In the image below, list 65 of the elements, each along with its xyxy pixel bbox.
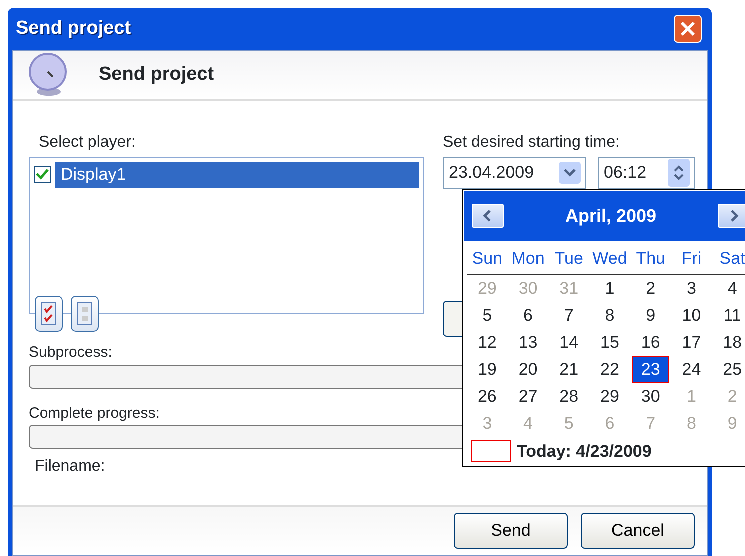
weekday-label: Sun bbox=[467, 242, 508, 274]
weekday-label: Thu bbox=[630, 242, 672, 274]
calendar-day[interactable]: 15 bbox=[592, 328, 628, 356]
calendar-day[interactable]: 14 bbox=[550, 328, 588, 356]
calendar-day[interactable]: 12 bbox=[469, 328, 506, 356]
progress-label: Complete progress: bbox=[29, 404, 160, 424]
weekday-label: Fri bbox=[671, 242, 712, 274]
next-month-button[interactable] bbox=[718, 204, 745, 228]
chevron-right-icon bbox=[728, 210, 739, 222]
calendar-day[interactable]: 20 bbox=[510, 356, 547, 382]
today-link[interactable]: Today: 4/23/2009 bbox=[517, 438, 652, 464]
calendar-day[interactable]: 18 bbox=[714, 328, 745, 356]
checklist-icon bbox=[41, 302, 57, 326]
calendar-day[interactable]: 13 bbox=[510, 328, 547, 356]
calendar-day[interactable]: 5 bbox=[469, 302, 506, 328]
calendar-day[interactable]: 28 bbox=[550, 382, 588, 410]
today-marker bbox=[471, 440, 511, 462]
date-picker[interactable]: 23.04.2009 bbox=[443, 157, 586, 189]
check-all-button[interactable] bbox=[35, 296, 63, 332]
calendar-day[interactable]: 9 bbox=[632, 302, 670, 328]
dialog-button[interactable]: Send bbox=[454, 513, 568, 549]
calendar-day[interactable]: 11 bbox=[714, 302, 745, 328]
calendar-day[interactable]: 22 bbox=[592, 356, 628, 382]
empty-checklist-icon bbox=[77, 302, 93, 326]
filename-label: Filename: bbox=[35, 457, 106, 477]
weekday-label: Mon bbox=[508, 242, 549, 274]
calendar-day[interactable]: 10 bbox=[673, 302, 710, 328]
player-item[interactable]: Display1 bbox=[55, 162, 419, 188]
dialog-button[interactable]: Cancel bbox=[581, 513, 695, 549]
weekday-label: Wed bbox=[590, 242, 630, 274]
header-title: Send project bbox=[99, 62, 214, 87]
calendar-day[interactable]: 7 bbox=[550, 302, 588, 328]
calendar-day[interactable]: 6 bbox=[510, 302, 547, 328]
player-checkbox[interactable] bbox=[34, 166, 51, 184]
calendar-day[interactable]: 26 bbox=[469, 382, 506, 410]
weekday-label: Sat bbox=[712, 242, 745, 274]
calendar-day[interactable]: 2 bbox=[632, 274, 670, 302]
close-icon bbox=[679, 20, 697, 38]
calendar-day[interactable]: 8 bbox=[592, 302, 628, 328]
calendar-day[interactable]: 1 bbox=[592, 274, 628, 302]
month-title: April, 2009 bbox=[565, 204, 657, 228]
start-time-label: Set desired starting time: bbox=[443, 133, 621, 153]
calendar-day[interactable]: 24 bbox=[673, 356, 710, 382]
calendar-day[interactable]: 19 bbox=[469, 356, 506, 382]
progress-label: Subprocess: bbox=[29, 343, 112, 363]
uncheck-all-button[interactable] bbox=[71, 296, 99, 332]
calendar-day[interactable]: 21 bbox=[550, 356, 588, 382]
chevron-left-icon bbox=[483, 210, 493, 222]
calendar-day[interactable]: 17 bbox=[673, 328, 710, 356]
calendar-day[interactable]: 4 bbox=[714, 274, 745, 302]
select-player-label: Select player: bbox=[39, 133, 137, 153]
calendar-day[interactable]: 27 bbox=[510, 382, 547, 410]
calendar-day[interactable]: 29 bbox=[592, 382, 628, 410]
calendar-day[interactable]: 3 bbox=[673, 274, 710, 302]
window-title: Send project bbox=[16, 16, 132, 41]
close-button[interactable] bbox=[674, 15, 702, 43]
previous-month-button[interactable] bbox=[472, 204, 504, 228]
weekday-label: Tue bbox=[548, 242, 590, 274]
time-spinner[interactable]: 06:12 bbox=[598, 157, 695, 189]
calendar-day[interactable]: 30 bbox=[632, 382, 670, 410]
chevron-down-icon bbox=[564, 168, 576, 178]
up-down-arrows-icon bbox=[673, 163, 685, 183]
calendar-day[interactable]: 16 bbox=[632, 328, 670, 356]
calendar-day[interactable]: 23 bbox=[632, 356, 670, 382]
calendar-day[interactable]: 25 bbox=[714, 356, 745, 382]
